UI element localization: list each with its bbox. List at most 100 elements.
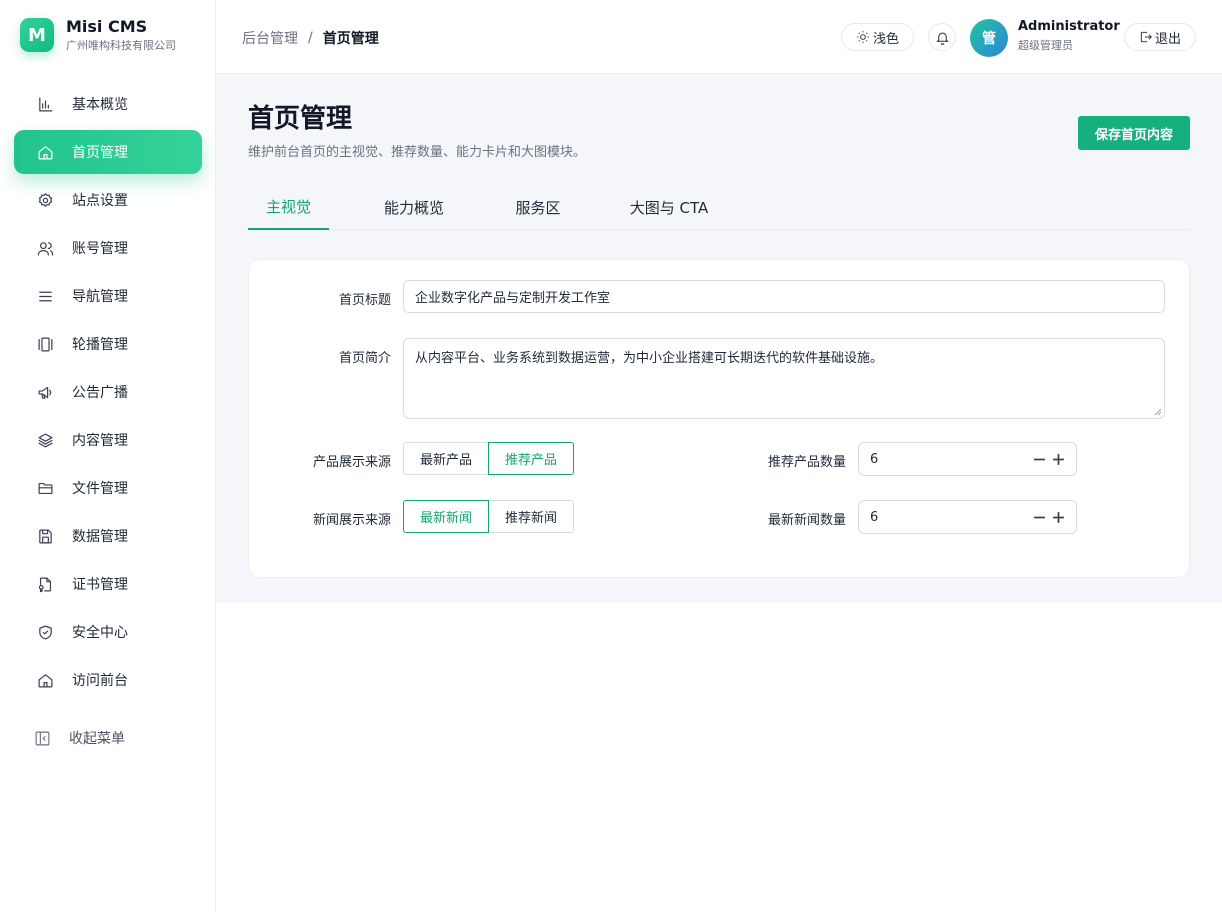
gear-icon <box>36 191 54 209</box>
main-content: 首页管理 维护前台首页的主视觉、推荐数量、能力卡片和大图模块。 保存首页内容 主… <box>216 74 1222 603</box>
tab-hero[interactable]: 主视觉 <box>248 184 329 230</box>
sidebar-item-navigation[interactable]: 导航管理 <box>14 274 202 318</box>
avatar[interactable]: 管 <box>970 19 1008 57</box>
news-source-recommended[interactable]: 推荐新闻 <box>488 500 574 533</box>
home-icon <box>36 143 54 161</box>
sidebar-item-label: 内容管理 <box>72 433 128 449</box>
sidebar-item-label: 文件管理 <box>72 481 128 497</box>
folder-icon <box>36 479 54 497</box>
logout-button[interactable]: 退出 <box>1124 23 1196 51</box>
product-source-label: 产品展示来源 <box>312 455 391 470</box>
product-count-value: 6 <box>870 451 879 467</box>
homepage-intro-text: 从内容平台、业务系统到数据运营，为中小企业搭建可长期迭代的软件基础设施。 <box>415 351 884 366</box>
breadcrumb-home[interactable]: 后台管理 <box>242 28 298 48</box>
shield-icon <box>36 623 54 641</box>
sidebar-item-label: 公告广播 <box>72 385 128 401</box>
brand-company: 广州唯构科技有限公司 <box>66 39 176 52</box>
breadcrumb: 后台管理 / 首页管理 <box>242 28 379 48</box>
tab-bar: 主视觉 能力概览 服务区 大图与 CTA <box>248 184 1190 230</box>
logout-label: 退出 <box>1154 31 1181 47</box>
brand[interactable]: M Misi CMS 广州唯构科技有限公司 <box>20 18 176 52</box>
news-count-value: 6 <box>870 509 879 525</box>
sidebar-item-label: 数据管理 <box>72 529 128 545</box>
sidebar-item-label: 轮播管理 <box>72 337 128 353</box>
user-role: 超级管理员 <box>1018 39 1073 52</box>
brand-logo: M <box>20 18 54 52</box>
layers-icon <box>36 431 54 449</box>
sidebar-item-label: 安全中心 <box>72 625 128 641</box>
sun-icon <box>857 31 869 43</box>
tab-banner-cta[interactable]: 大图与 CTA <box>616 184 722 230</box>
product-source-segmented: 最新产品 推荐产品 <box>403 442 574 475</box>
sidebar-item-certificates[interactable]: 证书管理 <box>14 562 202 606</box>
product-source-latest[interactable]: 最新产品 <box>403 442 489 475</box>
news-source-latest[interactable]: 最新新闻 <box>403 500 489 533</box>
sidebar-item-homepage[interactable]: 首页管理 <box>14 130 202 174</box>
carousel-icon <box>36 335 54 353</box>
sidebar-item-label: 首页管理 <box>72 145 128 161</box>
news-count-stepper[interactable]: 6 <box>858 500 1077 534</box>
homepage-intro-textarea[interactable]: 从内容平台、业务系统到数据运营，为中小企业搭建可长期迭代的软件基础设施。 <box>403 338 1165 419</box>
sidebar-item-label: 访问前台 <box>72 673 128 689</box>
menu-icon <box>36 287 54 305</box>
sidebar-item-content[interactable]: 内容管理 <box>14 418 202 462</box>
megaphone-icon <box>36 383 54 401</box>
sidebar-item-visit-frontend[interactable]: 访问前台 <box>14 658 202 702</box>
hero-settings-card: 首页标题 企业数字化产品与定制开发工作室 首页简介 从内容平台、业务系统到数据运… <box>248 259 1190 578</box>
theme-toggle-button[interactable]: 浅色 <box>841 23 914 51</box>
sidebar-item-label: 站点设置 <box>72 193 128 209</box>
sidebar-item-accounts[interactable]: 账号管理 <box>14 226 202 270</box>
app-root: M Misi CMS 广州唯构科技有限公司 基本概览 首页管理 站点设置 账号管… <box>0 0 1222 912</box>
minus-icon[interactable] <box>1030 450 1048 468</box>
sidebar-nav: 基本概览 首页管理 站点设置 账号管理 导航管理 轮播管理 公告广播 内容管理 … <box>14 82 202 706</box>
sidebar-item-announcements[interactable]: 公告广播 <box>14 370 202 414</box>
user-name: Administrator <box>1018 19 1120 34</box>
homepage-title-label: 首页标题 <box>338 293 391 308</box>
users-icon <box>36 239 54 257</box>
sidebar-item-label: 基本概览 <box>72 97 128 113</box>
tab-services[interactable]: 服务区 <box>498 184 578 230</box>
news-source-label: 新闻展示来源 <box>312 513 391 528</box>
sidebar-item-label: 账号管理 <box>72 241 128 257</box>
plus-icon[interactable] <box>1049 450 1067 468</box>
sidebar-item-label: 证书管理 <box>72 577 128 593</box>
sidebar-item-label: 导航管理 <box>72 289 128 305</box>
resize-grip-icon[interactable] <box>1154 408 1162 416</box>
homepage-intro-label: 首页简介 <box>338 351 391 366</box>
home-icon <box>36 671 54 689</box>
sidebar-item-site-settings[interactable]: 站点设置 <box>14 178 202 222</box>
notifications-button[interactable] <box>928 23 956 51</box>
bar-chart-icon <box>36 95 54 113</box>
theme-toggle-label: 浅色 <box>872 31 899 47</box>
logout-icon <box>1140 31 1152 43</box>
plus-icon[interactable] <box>1049 508 1067 526</box>
sidebar-item-files[interactable]: 文件管理 <box>14 466 202 510</box>
product-source-recommended[interactable]: 推荐产品 <box>488 442 574 475</box>
sidebar-item-overview[interactable]: 基本概览 <box>14 82 202 126</box>
breadcrumb-separator: / <box>308 30 313 46</box>
bell-icon <box>935 32 949 45</box>
sidebar-item-carousel[interactable]: 轮播管理 <box>14 322 202 366</box>
sidebar-collapse-icon <box>35 731 50 745</box>
save-homepage-button[interactable]: 保存首页内容 <box>1078 116 1190 150</box>
news-source-segmented: 最新新闻 推荐新闻 <box>403 500 574 533</box>
collapse-menu-button[interactable]: 收起菜单 <box>34 728 125 748</box>
homepage-title-input[interactable]: 企业数字化产品与定制开发工作室 <box>403 280 1165 313</box>
save-icon <box>36 527 54 545</box>
sidebar-item-security[interactable]: 安全中心 <box>14 610 202 654</box>
tab-capabilities[interactable]: 能力概览 <box>366 184 462 230</box>
top-header: 后台管理 / 首页管理 浅色 管 Administrator 超级管理员 退出 <box>216 0 1222 74</box>
certificate-icon <box>36 575 54 593</box>
news-count-label: 最新新闻数量 <box>767 513 846 528</box>
breadcrumb-current: 首页管理 <box>322 31 379 47</box>
sidebar: M Misi CMS 广州唯构科技有限公司 基本概览 首页管理 站点设置 账号管… <box>0 0 216 912</box>
page-title: 首页管理 <box>248 104 353 134</box>
sidebar-item-data[interactable]: 数据管理 <box>14 514 202 558</box>
product-count-label: 推荐产品数量 <box>767 455 846 470</box>
minus-icon[interactable] <box>1030 508 1048 526</box>
page-description: 维护前台首页的主视觉、推荐数量、能力卡片和大图模块。 <box>248 145 587 160</box>
brand-name: Misi CMS <box>66 17 148 36</box>
user-info[interactable]: Administrator 超级管理员 <box>1018 19 1120 52</box>
collapse-menu-label: 收起菜单 <box>69 731 125 747</box>
product-count-stepper[interactable]: 6 <box>858 442 1077 476</box>
